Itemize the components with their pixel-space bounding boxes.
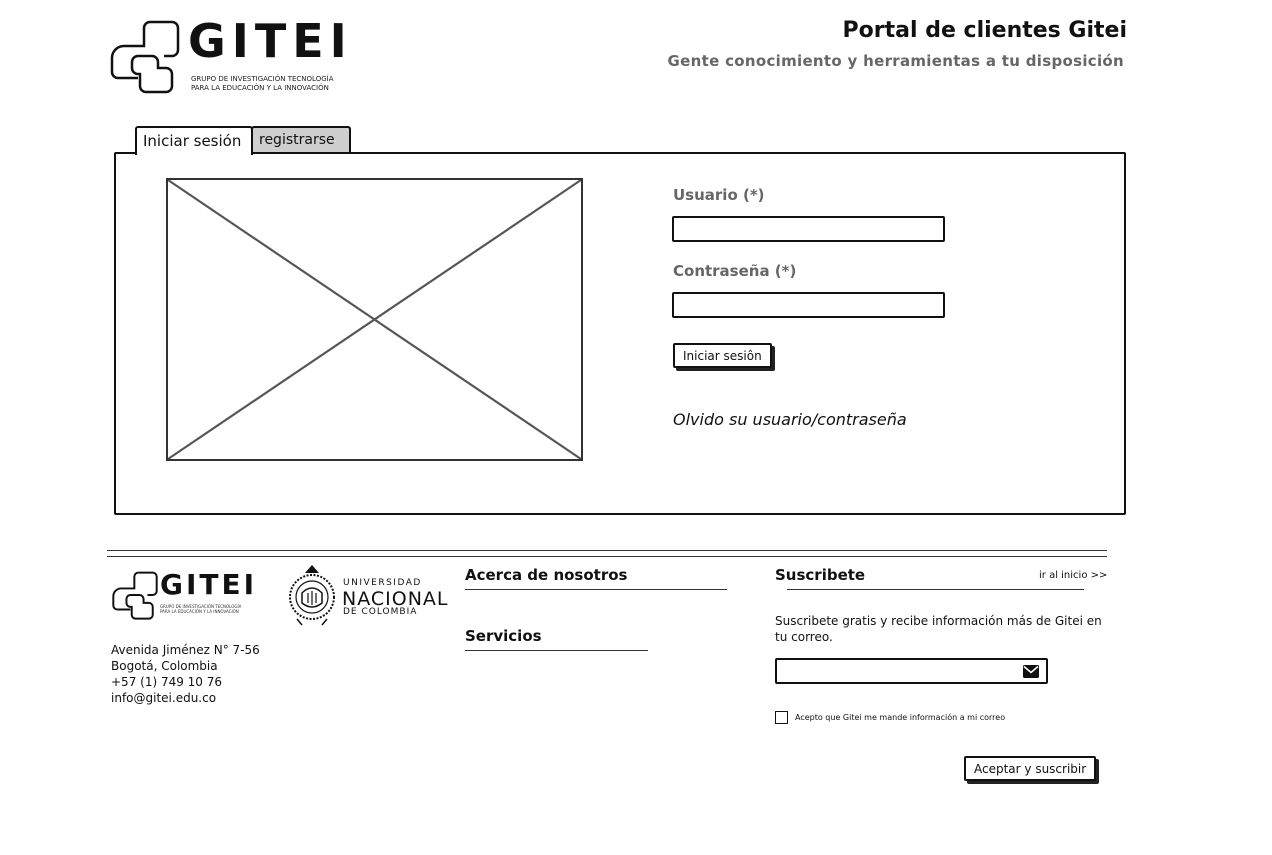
address-email[interactable]: info@gitei.edu.co [111, 690, 216, 706]
user-label: Usuario (*) [673, 186, 765, 204]
user-input[interactable] [672, 216, 945, 242]
email-field[interactable] [775, 658, 1048, 684]
footer-logo-subtitle-line2: PARA LA EDUCACIÓN Y LA INNOVACIÓN [160, 609, 239, 614]
gitei-logo-icon [112, 571, 158, 620]
university-name-line3: DE COLOMBIA [343, 607, 418, 617]
footer-logo-subtitle: GRUPO DE INVESTIGACIÓN TECNOLOGÍA PARA L… [160, 604, 255, 614]
image-placeholder-icon [166, 178, 583, 461]
services-underline [465, 650, 648, 651]
subscribe-button[interactable]: Aceptar y suscribir [964, 756, 1097, 781]
consent-checkbox[interactable] [775, 711, 788, 724]
portal-subtitle: Gente conocimiento y herramientas a tu d… [667, 52, 1124, 70]
about-heading[interactable]: Acerca de nosotros [465, 566, 627, 584]
gitei-logo-icon [110, 20, 180, 94]
login-button[interactable]: Iniciar sesiôn [673, 343, 772, 368]
logo-subtitle-line1: GRUPO DE INVESTIGACIÓN TECNOLOGÍA [191, 75, 334, 83]
footer-divider [107, 556, 1107, 557]
logo-subtitle-line2: PARA LA EDUCACIÓN Y LA INNOVACIÓN [191, 84, 329, 92]
address-city: Bogotá, Colombia [111, 659, 218, 673]
footer-divider [107, 550, 1107, 551]
logo-subtitle: GRUPO DE INVESTIGACIÓN TECNOLOGÍA PARA L… [191, 75, 361, 93]
password-label: Contraseña (*) [673, 262, 797, 280]
about-underline [465, 589, 727, 590]
logo-wordmark: GITEI [188, 14, 353, 68]
address-phone: +57 (1) 749 10 76 [111, 675, 223, 689]
subscribe-underline [787, 589, 1084, 590]
envelope-icon [1023, 665, 1039, 678]
consent-label: Acepto que Gitei me mande información a … [795, 713, 1006, 722]
tab-register[interactable]: registrarse [251, 126, 351, 152]
subscribe-description: Suscribete gratis y recibe información m… [775, 614, 1102, 644]
subscribe-heading: Suscribete [775, 566, 866, 584]
university-seal-icon [289, 565, 335, 626]
address-street: Avenida Jiménez N° 7-56 [111, 643, 260, 657]
services-heading[interactable]: Servicios [465, 627, 542, 645]
back-to-top-link[interactable]: ir al inicio >> [1039, 570, 1107, 581]
footer-logo-wordmark: GITEI [160, 568, 258, 601]
password-input[interactable] [672, 292, 945, 318]
email-input[interactable] [781, 661, 1015, 683]
tab-login[interactable]: Iniciar sesión [135, 126, 253, 155]
portal-title: Portal de clientes Gitei [842, 18, 1127, 43]
university-name-line1: UNIVERSIDAD [343, 578, 422, 588]
forgot-password-link[interactable]: Olvido su usuario/contraseña [673, 410, 907, 429]
